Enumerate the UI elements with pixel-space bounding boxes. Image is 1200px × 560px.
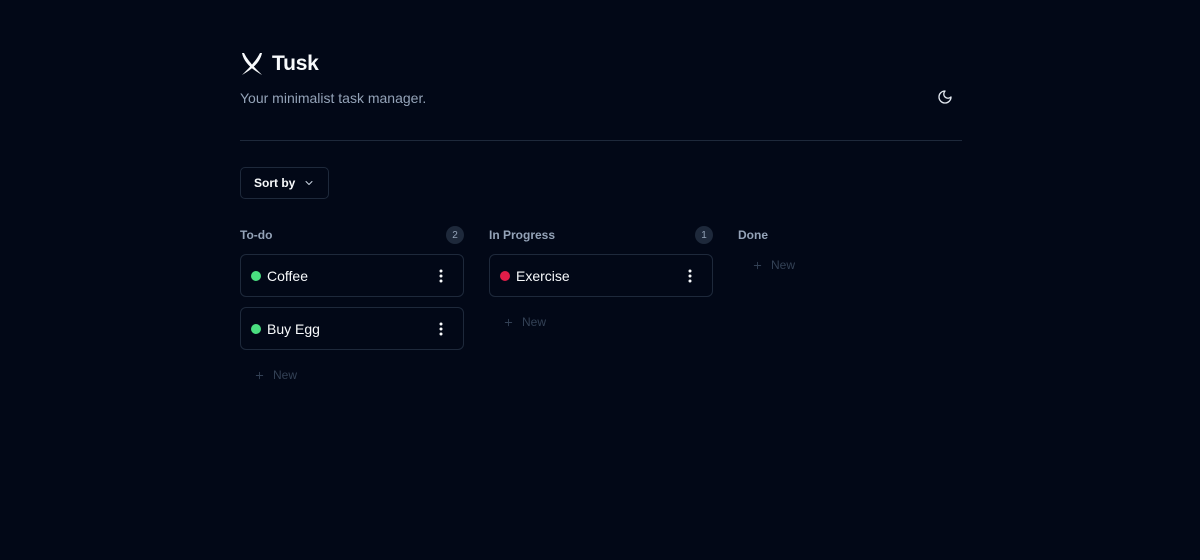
theme-toggle-button[interactable] <box>934 88 956 110</box>
column-todo: To-do 2 Coffee Buy Egg New <box>240 226 464 386</box>
column-in-progress: In Progress 1 Exercise New <box>489 226 713 386</box>
brand: Tusk <box>240 50 962 78</box>
new-task-button[interactable]: New <box>738 254 962 276</box>
plus-icon <box>254 370 265 381</box>
column-title: Done <box>738 228 768 242</box>
app-header: Tusk Your minimalist task manager. <box>240 0 962 141</box>
column-done: Done New <box>738 226 962 386</box>
task-card[interactable]: Coffee <box>240 254 464 297</box>
toolbar: Sort by <box>240 167 962 199</box>
column-title: To-do <box>240 228 273 242</box>
new-task-button[interactable]: New <box>489 311 713 333</box>
task-title: Coffee <box>267 267 308 284</box>
kanban-board: To-do 2 Coffee Buy Egg New In Progress 1… <box>240 226 962 386</box>
chevron-down-icon <box>303 177 315 189</box>
status-dot <box>251 270 261 281</box>
status-dot <box>500 270 510 281</box>
task-title: Buy Egg <box>267 320 320 337</box>
new-task-label: New <box>522 315 547 329</box>
app-title: Tusk <box>272 52 319 75</box>
tusk-logo-icon <box>240 51 264 77</box>
more-vertical-icon[interactable] <box>682 266 698 286</box>
app-tagline: Your minimalist task manager. <box>240 90 427 106</box>
sort-by-button[interactable]: Sort by <box>240 167 330 199</box>
task-title: Exercise <box>516 267 570 284</box>
more-vertical-icon[interactable] <box>433 266 449 286</box>
app-container: Tusk Your minimalist task manager. Sort … <box>240 0 962 382</box>
moon-icon <box>937 89 953 110</box>
column-header: In Progress 1 <box>489 226 713 244</box>
new-task-label: New <box>273 368 298 382</box>
task-card[interactable]: Buy Egg <box>240 307 464 350</box>
task-count-badge: 1 <box>695 226 713 244</box>
plus-icon <box>503 317 514 328</box>
task-card[interactable]: Exercise <box>489 254 713 297</box>
column-header: To-do 2 <box>240 226 464 244</box>
sort-by-label: Sort by <box>254 176 296 190</box>
task-count-badge: 2 <box>446 226 464 244</box>
column-title: In Progress <box>489 228 556 242</box>
new-task-button[interactable]: New <box>240 364 464 386</box>
more-vertical-icon[interactable] <box>433 319 449 339</box>
column-header: Done <box>738 226 962 244</box>
status-dot <box>251 323 261 334</box>
plus-icon <box>752 260 763 271</box>
new-task-label: New <box>771 258 796 272</box>
